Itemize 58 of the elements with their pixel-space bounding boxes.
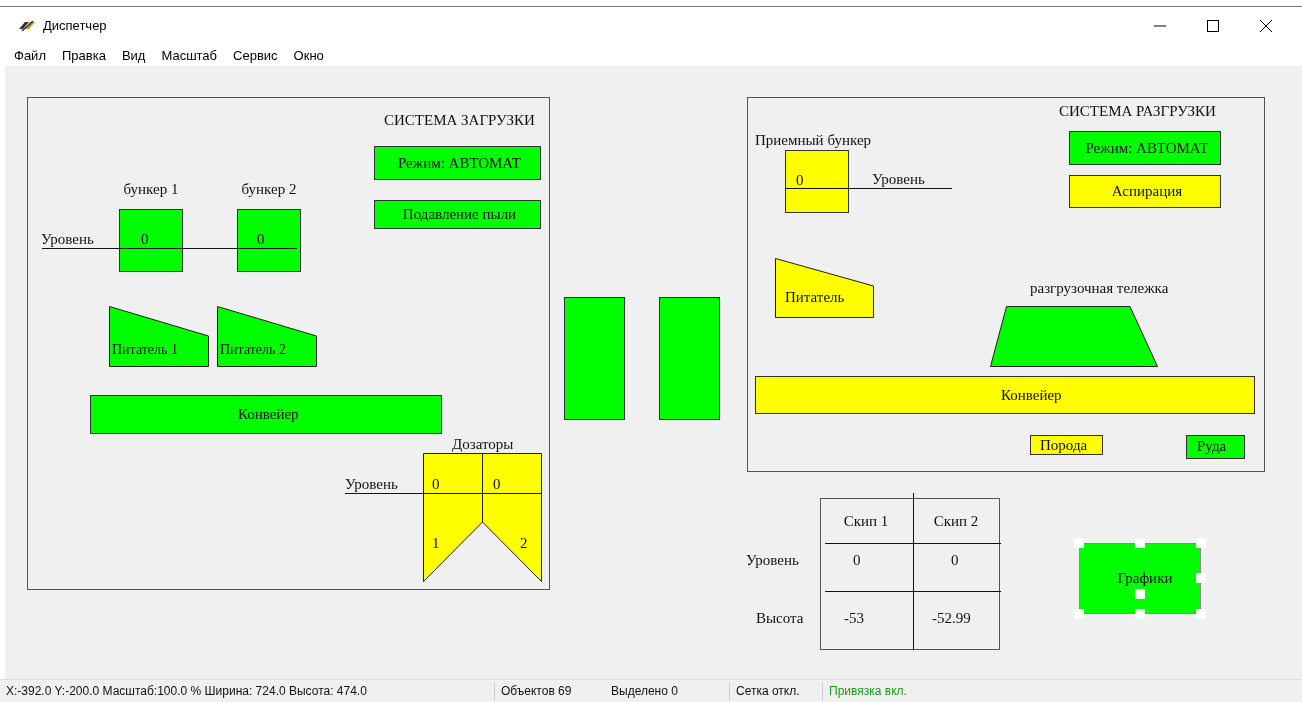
mode-button[interactable]: Режим: АВТОМАТ bbox=[374, 146, 541, 180]
feeder-label: Питатель 1 bbox=[112, 341, 178, 358]
output-label: Порода bbox=[1040, 437, 1088, 454]
selection-handle[interactable] bbox=[1074, 609, 1084, 619]
table-cell: -52.99 bbox=[932, 610, 971, 627]
table-cell: 0 bbox=[951, 552, 959, 569]
status-coordinates: X:-392.0 Y:-200.0 Масштаб:100.0 % Ширина: 724.0 Высота: 474.0 bbox=[6, 684, 368, 698]
column-header: Скип 1 bbox=[842, 513, 890, 530]
menu-item[interactable]: Файл bbox=[14, 47, 46, 63]
status-snap: Привязка вкл. bbox=[829, 684, 907, 698]
menu-item[interactable]: Окно bbox=[293, 47, 324, 63]
charts-button[interactable]: Графики bbox=[1079, 543, 1201, 614]
dispenser-level-value: 0 bbox=[432, 476, 440, 493]
table-cell: -53 bbox=[844, 610, 864, 627]
dispenser-level-value: 0 bbox=[493, 476, 501, 493]
bunker-label: Приемный бункер bbox=[755, 132, 872, 149]
conveyor-label: Конвейер bbox=[238, 406, 299, 423]
system-title: СИСТЕМА РАЗГРУЗКИ bbox=[1059, 103, 1216, 120]
row-label: Высота bbox=[756, 610, 804, 627]
status-object-count: Объектов 69 bbox=[501, 684, 573, 698]
bunker-label: бункер 2 bbox=[240, 181, 298, 198]
menu-item[interactable]: Вид bbox=[121, 47, 146, 63]
menu-item[interactable]: Сервис bbox=[233, 47, 278, 63]
selection-handle[interactable] bbox=[1074, 538, 1084, 548]
column-header: Скип 2 bbox=[932, 513, 980, 530]
app-logo-icon bbox=[17, 18, 37, 33]
selection-handle[interactable] bbox=[1196, 538, 1206, 548]
selection-handle[interactable] bbox=[1196, 573, 1206, 583]
level-label: Уровень bbox=[41, 231, 94, 248]
row-label: Уровень bbox=[746, 552, 799, 569]
menu-item[interactable]: Правка bbox=[61, 47, 106, 63]
menu-item[interactable]: Масштаб bbox=[161, 47, 218, 63]
level-label: Уровень bbox=[872, 171, 925, 188]
selection-handle[interactable] bbox=[1196, 609, 1206, 619]
window-title: Диспетчер bbox=[43, 18, 107, 33]
bunker-level-value: 0 bbox=[796, 172, 804, 189]
mode-button[interactable]: Режим: АВТОМАТ bbox=[1069, 131, 1221, 165]
bunker-level-value: 0 bbox=[257, 231, 265, 248]
aspiration-button[interactable]: Аспирация bbox=[1069, 175, 1221, 208]
feeder-label: Питатель bbox=[785, 289, 845, 306]
bunker-level-value: 0 bbox=[141, 231, 149, 248]
bunker-label: бункер 1 bbox=[122, 181, 180, 198]
close-icon[interactable] bbox=[1260, 19, 1272, 32]
selection-handle[interactable] bbox=[1135, 538, 1145, 548]
dispensers-title: Дозаторы bbox=[452, 436, 514, 453]
table-cell: 0 bbox=[853, 552, 861, 569]
status-grid: Сетка откл. bbox=[736, 684, 801, 698]
output-label: Руда bbox=[1197, 438, 1227, 455]
maximize-icon[interactable] bbox=[1207, 19, 1219, 32]
dispenser-number: 2 bbox=[520, 535, 528, 552]
dust-suppression-button[interactable]: Подавление пыли bbox=[374, 200, 541, 229]
level-label: Уровень bbox=[345, 476, 398, 493]
feeder-label: Питатель 2 bbox=[220, 341, 286, 358]
conveyor-label: Конвейер bbox=[1001, 387, 1062, 404]
status-selected-count: Выделено 0 bbox=[611, 684, 679, 698]
system-title: СИСТЕМА ЗАГРУЗКИ bbox=[384, 112, 535, 129]
trolley-label: разгрузочная тележка bbox=[1030, 280, 1169, 297]
dispenser-number: 1 bbox=[432, 535, 440, 552]
